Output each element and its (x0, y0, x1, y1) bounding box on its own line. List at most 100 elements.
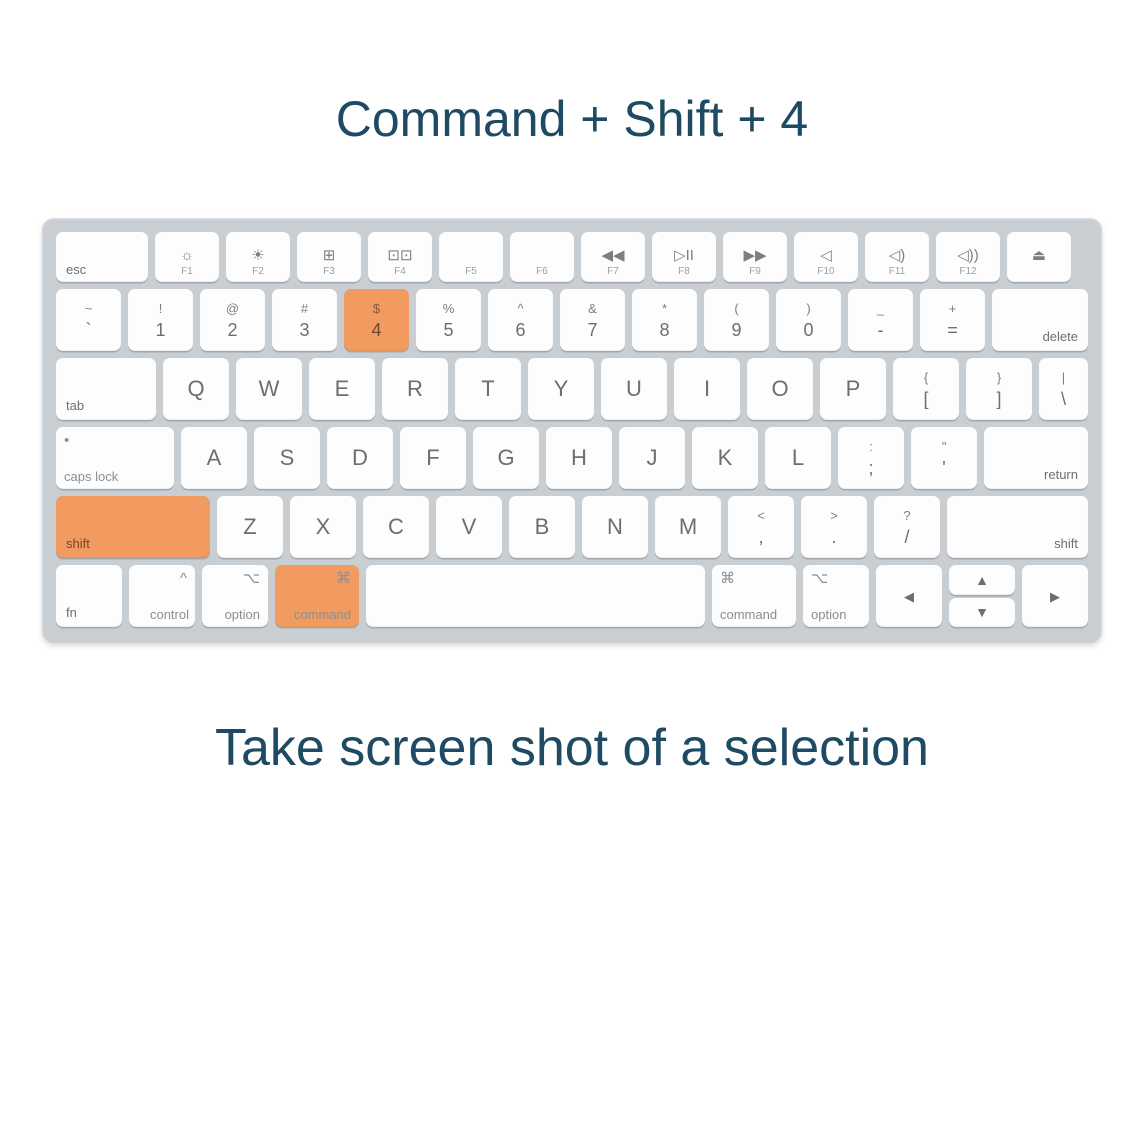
key-f10[interactable]: ◁F10 (794, 232, 858, 282)
key-right-shift[interactable]: shift (947, 496, 1088, 558)
key-esc[interactable]: esc (56, 232, 148, 282)
key-a[interactable]: A (181, 427, 247, 489)
key-arrow-right[interactable]: ▶ (1022, 565, 1088, 627)
control-icon: ^ (180, 571, 187, 586)
key-equal[interactable]: += (920, 289, 985, 351)
key-arrow-up[interactable]: ▲ (949, 565, 1015, 595)
key-f11[interactable]: ◁)F11 (865, 232, 929, 282)
key-l[interactable]: L (765, 427, 831, 489)
key-left-option[interactable]: ⌥option (202, 565, 268, 627)
key-7[interactable]: &7 (560, 289, 625, 351)
key-f1[interactable]: ☼F1 (155, 232, 219, 282)
option-icon: ⌥ (811, 571, 828, 586)
keyboard: esc ☼F1 ☀F2 ⊞F3 ⊡⊡F4 F5 F6 ◀◀F7 ▷IIF8 ▶▶… (42, 218, 1102, 643)
key-f8[interactable]: ▷IIF8 (652, 232, 716, 282)
key-arrow-down[interactable]: ▼ (949, 598, 1015, 628)
key-backtick[interactable]: ~` (56, 289, 121, 351)
key-w[interactable]: W (236, 358, 302, 420)
key-period[interactable]: >. (801, 496, 867, 558)
key-left-shift[interactable]: shift (56, 496, 210, 558)
key-f5[interactable]: F5 (439, 232, 503, 282)
key-f6[interactable]: F6 (510, 232, 574, 282)
fast-forward-icon: ▶▶ (743, 248, 766, 263)
row-number: ~` !1 @2 #3 $4 %5 ^6 &7 *8 (9 )0 _- += d… (56, 289, 1088, 351)
key-9[interactable]: (9 (704, 289, 769, 351)
arrow-down-icon: ▼ (975, 605, 989, 619)
shortcut-caption: Take screen shot of a selection (215, 718, 929, 778)
row-function: esc ☼F1 ☀F2 ⊞F3 ⊡⊡F4 F5 F6 ◀◀F7 ▷IIF8 ▶▶… (56, 232, 1088, 282)
key-b[interactable]: B (509, 496, 575, 558)
key-n[interactable]: N (582, 496, 648, 558)
key-p[interactable]: P (820, 358, 886, 420)
key-f7[interactable]: ◀◀F7 (581, 232, 645, 282)
key-right-option[interactable]: ⌥option (803, 565, 869, 627)
key-v[interactable]: V (436, 496, 502, 558)
key-z[interactable]: Z (217, 496, 283, 558)
key-minus[interactable]: _- (848, 289, 913, 351)
volume-up-icon: ◁)) (957, 248, 979, 263)
row-qwerty: tab Q W E R T Y U I O P {[ }] |\ (56, 358, 1088, 420)
key-return[interactable]: return (984, 427, 1088, 489)
key-4[interactable]: $4 (344, 289, 409, 351)
shortcut-title: Command + Shift + 4 (336, 90, 808, 148)
launchpad-icon: ⊡⊡ (387, 248, 412, 263)
option-icon: ⌥ (243, 571, 260, 586)
key-control[interactable]: ^control (129, 565, 195, 627)
key-backslash[interactable]: |\ (1039, 358, 1088, 420)
key-semicolon[interactable]: :; (838, 427, 904, 489)
key-eject[interactable]: ⏏ (1007, 232, 1071, 282)
key-d[interactable]: D (327, 427, 393, 489)
key-o[interactable]: O (747, 358, 813, 420)
key-quote[interactable]: "' (911, 427, 977, 489)
key-y[interactable]: Y (528, 358, 594, 420)
row-bottom: fn ^control ⌥option ⌘command ⌘command ⌥o… (56, 565, 1088, 627)
key-0[interactable]: )0 (776, 289, 841, 351)
brightness-up-icon: ☀ (251, 248, 264, 263)
eject-icon: ⏏ (1032, 248, 1046, 263)
key-5[interactable]: %5 (416, 289, 481, 351)
key-f4[interactable]: ⊡⊡F4 (368, 232, 432, 282)
key-arrow-left[interactable]: ◀ (876, 565, 942, 627)
play-pause-icon: ▷II (674, 248, 694, 263)
key-u[interactable]: U (601, 358, 667, 420)
key-e[interactable]: E (309, 358, 375, 420)
key-space[interactable] (366, 565, 705, 627)
key-f[interactable]: F (400, 427, 466, 489)
key-8[interactable]: *8 (632, 289, 697, 351)
key-6[interactable]: ^6 (488, 289, 553, 351)
command-icon: ⌘ (336, 571, 351, 586)
key-f2[interactable]: ☀F2 (226, 232, 290, 282)
key-f12[interactable]: ◁))F12 (936, 232, 1000, 282)
key-2[interactable]: @2 (200, 289, 265, 351)
key-i[interactable]: I (674, 358, 740, 420)
volume-down-icon: ◁) (889, 248, 906, 263)
mission-control-icon: ⊞ (323, 248, 336, 263)
key-comma[interactable]: <, (728, 496, 794, 558)
key-fn[interactable]: fn (56, 565, 122, 627)
key-m[interactable]: M (655, 496, 721, 558)
key-1[interactable]: !1 (128, 289, 193, 351)
key-left-bracket[interactable]: {[ (893, 358, 959, 420)
key-q[interactable]: Q (163, 358, 229, 420)
key-right-bracket[interactable]: }] (966, 358, 1032, 420)
key-f3[interactable]: ⊞F3 (297, 232, 361, 282)
key-t[interactable]: T (455, 358, 521, 420)
key-tab[interactable]: tab (56, 358, 156, 420)
key-c[interactable]: C (363, 496, 429, 558)
key-delete[interactable]: delete (992, 289, 1088, 351)
key-r[interactable]: R (382, 358, 448, 420)
key-g[interactable]: G (473, 427, 539, 489)
key-3[interactable]: #3 (272, 289, 337, 351)
key-left-command[interactable]: ⌘command (275, 565, 359, 627)
key-j[interactable]: J (619, 427, 685, 489)
key-caps-lock[interactable]: •caps lock (56, 427, 174, 489)
caps-lock-indicator-icon: • (64, 433, 69, 448)
key-slash[interactable]: ?/ (874, 496, 940, 558)
brightness-down-icon: ☼ (180, 248, 194, 263)
key-right-command[interactable]: ⌘command (712, 565, 796, 627)
key-f9[interactable]: ▶▶F9 (723, 232, 787, 282)
key-h[interactable]: H (546, 427, 612, 489)
key-s[interactable]: S (254, 427, 320, 489)
key-k[interactable]: K (692, 427, 758, 489)
key-x[interactable]: X (290, 496, 356, 558)
